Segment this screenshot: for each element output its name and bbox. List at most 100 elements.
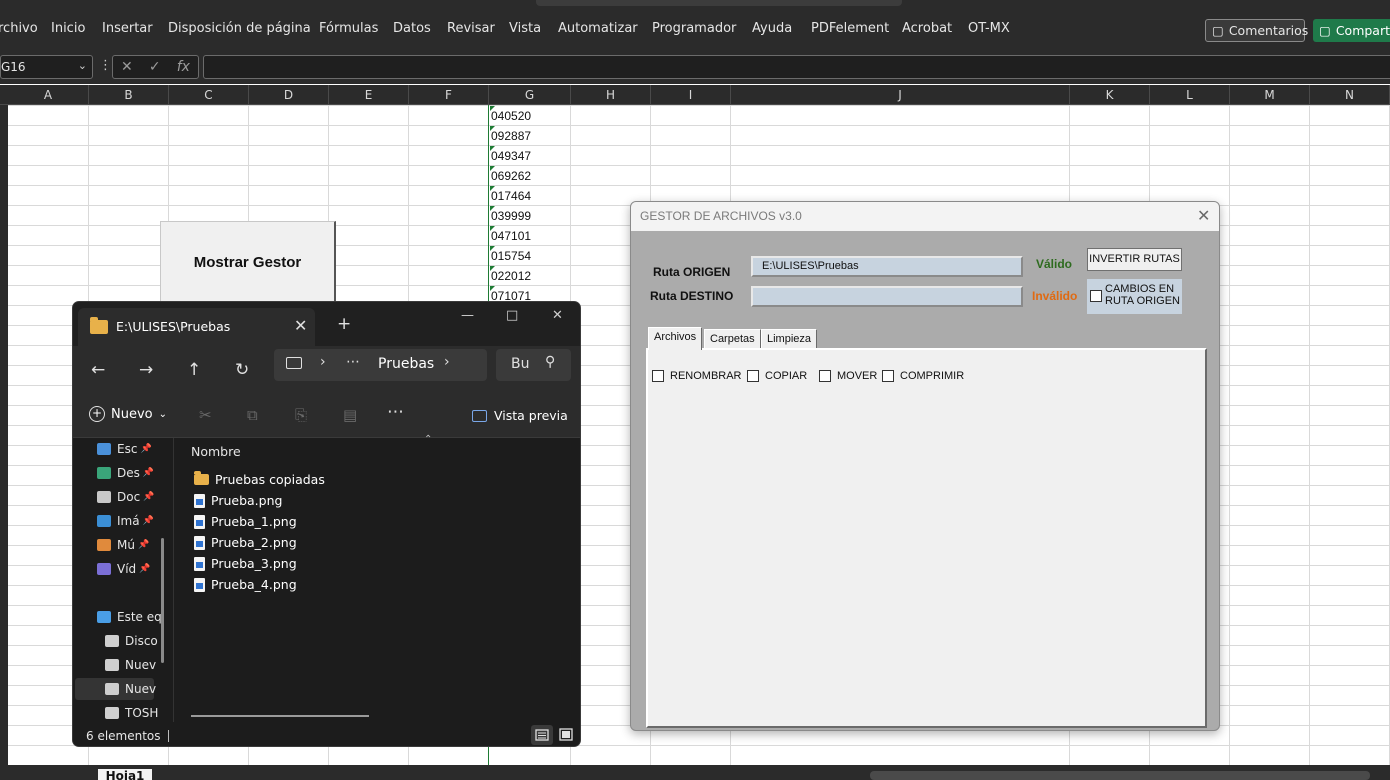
- column-header[interactable]: K: [1070, 85, 1150, 105]
- sheet-tab[interactable]: Hoja1: [98, 769, 152, 780]
- column-header[interactable]: L: [1150, 85, 1230, 105]
- paste-icon[interactable]: ⎘: [295, 406, 307, 424]
- refresh-icon[interactable]: ↻: [235, 360, 249, 380]
- name-box[interactable]: G16 ⌄: [0, 55, 93, 79]
- minimize-icon[interactable]: —: [461, 308, 474, 323]
- column-header[interactable]: I: [651, 85, 731, 105]
- preview-pane-button[interactable]: Vista previa: [472, 408, 568, 423]
- file-row[interactable]: Prueba_3.png: [194, 556, 297, 571]
- checkbox-icon[interactable]: [882, 370, 894, 382]
- destino-input[interactable]: [751, 286, 1023, 307]
- ribbon-tab[interactable]: Automatizar: [558, 21, 638, 36]
- column-header[interactable]: J: [731, 85, 1070, 105]
- close-tab-icon[interactable]: ✕: [294, 316, 307, 335]
- nav-item[interactable]: Esc 📌: [97, 442, 152, 456]
- cell-g[interactable]: 040520: [490, 106, 570, 126]
- cut-icon[interactable]: ✂: [199, 406, 212, 424]
- copy-icon[interactable]: ⧉: [247, 406, 258, 424]
- column-header[interactable]: F: [409, 85, 489, 105]
- nav-item[interactable]: Disco: [105, 634, 158, 648]
- ribbon-tab[interactable]: Vista: [509, 21, 541, 36]
- title-search-strip[interactable]: [536, 0, 902, 6]
- file-row[interactable]: Prueba_1.png: [194, 514, 297, 529]
- horizontal-scrollbar[interactable]: [870, 771, 1370, 780]
- chevron-right-icon[interactable]: ›: [444, 354, 450, 370]
- cell-g[interactable]: 049347: [490, 146, 570, 166]
- nav-item[interactable]: Víd 📌: [97, 562, 150, 576]
- file-row[interactable]: Prueba_4.png: [194, 577, 297, 592]
- column-header[interactable]: B: [89, 85, 169, 105]
- confirm-icon[interactable]: ✓: [149, 59, 161, 75]
- more-options-icon[interactable]: ⋯: [387, 402, 405, 422]
- checkbox-icon[interactable]: [747, 370, 759, 382]
- more-vertical-icon[interactable]: ⋮: [99, 58, 112, 73]
- file-list-scrollbar[interactable]: [191, 715, 369, 717]
- column-header[interactable]: N: [1310, 85, 1390, 105]
- back-arrow-icon[interactable]: ←: [91, 360, 105, 380]
- mover-checkbox[interactable]: MOVER: [819, 370, 877, 382]
- address-bar[interactable]: › ⋯ Pruebas ›: [274, 349, 487, 381]
- column-header[interactable]: C: [169, 85, 249, 105]
- ribbon-tab[interactable]: Datos: [393, 21, 431, 36]
- column-header-name[interactable]: Nombre: [191, 444, 241, 459]
- cell-g[interactable]: 017464: [490, 186, 570, 206]
- column-header[interactable]: M: [1230, 85, 1310, 105]
- ribbon-tab[interactable]: Acrobat: [902, 21, 952, 36]
- formula-input[interactable]: [203, 55, 1390, 79]
- close-icon[interactable]: ✕: [1197, 206, 1210, 225]
- column-header[interactable]: G: [489, 85, 571, 105]
- file-row[interactable]: Prueba_2.png: [194, 535, 297, 550]
- breadcrumb-current[interactable]: Pruebas: [378, 356, 434, 372]
- checkbox-icon[interactable]: [1090, 290, 1102, 302]
- mostrar-gestor-button[interactable]: Mostrar Gestor: [160, 221, 336, 303]
- ribbon-tab[interactable]: PDFelement: [811, 21, 889, 36]
- file-row[interactable]: Pruebas copiadas: [194, 471, 325, 487]
- nav-item[interactable]: Nuev: [105, 658, 156, 672]
- column-header[interactable]: A: [8, 85, 89, 105]
- ellipsis-icon[interactable]: ⋯: [346, 354, 360, 370]
- ribbon-tab[interactable]: Programador: [652, 21, 736, 36]
- comprimir-checkbox[interactable]: COMPRIMIR: [882, 370, 964, 382]
- column-header[interactable]: D: [249, 85, 329, 105]
- up-arrow-icon[interactable]: ↑: [187, 360, 201, 380]
- nav-item[interactable]: TOSH: [105, 706, 158, 720]
- nav-item[interactable]: Este eq: [97, 610, 162, 624]
- ribbon-tab[interactable]: Disposición de página: [168, 21, 311, 36]
- renombrar-checkbox[interactable]: RENOMBRAR: [652, 370, 742, 382]
- tab-carpetas[interactable]: Carpetas: [704, 329, 761, 349]
- new-button[interactable]: + Nuevo ⌄: [89, 406, 167, 422]
- ribbon-tab[interactable]: Ayuda: [752, 21, 792, 36]
- tab-limpieza[interactable]: Limpieza: [761, 329, 818, 349]
- cambios-origen-checkbox[interactable]: CAMBIOS EN RUTA ORIGEN: [1087, 279, 1182, 314]
- chevron-down-icon[interactable]: ⌄: [78, 59, 87, 72]
- cell-g[interactable]: 092887: [490, 126, 570, 146]
- search-box[interactable]: Bu ⚲: [496, 349, 571, 381]
- ribbon-tab[interactable]: Revisar: [447, 21, 495, 36]
- details-view-icon[interactable]: [531, 725, 553, 745]
- forward-arrow-icon[interactable]: →: [139, 360, 153, 380]
- column-header[interactable]: H: [571, 85, 651, 105]
- cell-g[interactable]: 069262: [490, 166, 570, 186]
- close-window-icon[interactable]: ✕: [552, 308, 563, 323]
- tiles-view-icon[interactable]: [555, 725, 577, 745]
- invertir-rutas-button[interactable]: INVERTIR RUTAS: [1087, 248, 1182, 271]
- nav-scrollbar[interactable]: [161, 538, 164, 663]
- file-row[interactable]: Prueba.png: [194, 493, 282, 508]
- comments-button[interactable]: ▢ Comentarios: [1205, 19, 1308, 42]
- ribbon-tab[interactable]: Fórmulas: [319, 21, 378, 36]
- nav-item[interactable]: Mú 📌: [97, 538, 149, 552]
- maximize-icon[interactable]: □: [506, 308, 518, 323]
- explorer-tab[interactable]: E:\ULISES\Pruebas ✕: [78, 308, 315, 346]
- ribbon-tab[interactable]: Inicio: [51, 21, 85, 36]
- ribbon-tab[interactable]: rchivo: [0, 21, 38, 36]
- chevron-right-icon[interactable]: ›: [320, 354, 326, 370]
- function-icon[interactable]: fx: [177, 59, 190, 75]
- cancel-icon[interactable]: ✕: [121, 59, 133, 75]
- nav-item[interactable]: Des 📌: [97, 466, 154, 480]
- ribbon-tab[interactable]: Insertar: [102, 21, 153, 36]
- cell-g[interactable]: 047101: [490, 226, 570, 246]
- origen-input[interactable]: E:\ULISES\Pruebas: [751, 256, 1023, 277]
- nav-item[interactable]: Doc 📌: [97, 490, 154, 504]
- checkbox-icon[interactable]: [652, 370, 664, 382]
- share-button[interactable]: ▢ Comparti: [1313, 19, 1390, 42]
